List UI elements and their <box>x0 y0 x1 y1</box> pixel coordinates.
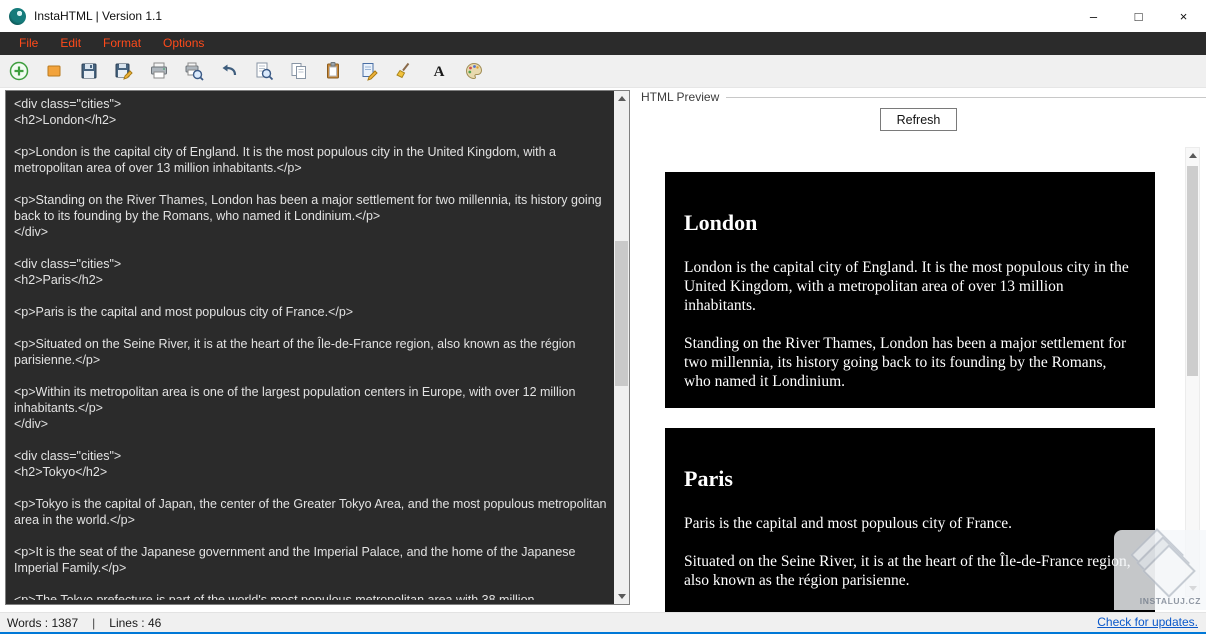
city-card-title: Paris <box>684 466 1135 492</box>
format-brush-icon <box>394 61 414 81</box>
check-updates-link[interactable]: Check for updates. <box>1097 615 1198 629</box>
title-bar: InstaHTML | Version 1.1 – □ × <box>0 0 1206 32</box>
find-icon <box>254 61 274 81</box>
paste-icon <box>324 61 344 81</box>
undo-button[interactable] <box>218 59 240 83</box>
print-button[interactable] <box>148 59 170 83</box>
edit-page-icon <box>359 61 379 81</box>
status-bar: Words : 1387 | Lines : 46 Check for upda… <box>0 612 1206 634</box>
line-count: Lines : 46 <box>109 616 161 630</box>
status-separator: | <box>92 616 95 630</box>
menu-edit[interactable]: Edit <box>49 32 92 55</box>
city-card-paragraph: Paris is the capital and most populous c… <box>684 514 1135 533</box>
scroll-up-arrow-icon[interactable] <box>1186 148 1199 163</box>
close-button[interactable]: × <box>1161 0 1206 32</box>
svg-text:A: A <box>434 64 445 80</box>
color-palette-button[interactable] <box>463 59 485 83</box>
menu-options[interactable]: Options <box>152 32 215 55</box>
instaluj-watermark: INSTALUJ.CZ <box>1114 530 1206 610</box>
city-card-paragraph: Situated on the Seine River, it is at th… <box>684 552 1135 590</box>
copy-icon <box>289 61 309 81</box>
open-file-icon <box>44 61 64 81</box>
toolbar: A <box>0 55 1206 88</box>
preview-card-london: London London is the capital city of Eng… <box>665 172 1155 408</box>
minimize-button[interactable]: – <box>1071 0 1116 32</box>
refresh-button[interactable]: Refresh <box>880 108 957 131</box>
find-button[interactable] <box>253 59 275 83</box>
word-count: Words : 1387 <box>7 616 78 630</box>
save-as-icon <box>114 61 134 81</box>
window-title: InstaHTML | Version 1.1 <box>34 9 162 23</box>
open-file-button[interactable] <box>43 59 65 83</box>
format-brush-button[interactable] <box>393 59 415 83</box>
print-preview-icon <box>184 61 204 81</box>
paste-button[interactable] <box>323 59 345 83</box>
undo-icon <box>219 61 239 81</box>
app-logo-icon <box>9 8 26 25</box>
maximize-button[interactable]: □ <box>1116 0 1161 32</box>
new-document-icon <box>9 61 29 81</box>
city-card-paragraph: Standing on the River Thames, London has… <box>684 334 1135 391</box>
scroll-up-arrow-icon[interactable] <box>614 91 629 106</box>
print-icon <box>149 61 169 81</box>
code-editor[interactable]: <div class="cities"> <h2>London</h2> <p>… <box>14 96 609 600</box>
save-button[interactable] <box>78 59 100 83</box>
preview-card-paris: Paris Paris is the capital and most popu… <box>665 428 1155 612</box>
print-preview-button[interactable] <box>183 59 205 83</box>
save-as-button[interactable] <box>113 59 135 83</box>
preview-scrollbar-thumb[interactable] <box>1187 166 1198 376</box>
new-document-button[interactable] <box>8 59 30 83</box>
scroll-down-arrow-icon[interactable] <box>614 589 629 604</box>
city-card-paragraph: London is the capital city of England. I… <box>684 258 1135 315</box>
font-icon: A <box>429 61 449 81</box>
watermark-text: INSTALUJ.CZ <box>1140 596 1201 606</box>
save-icon <box>79 61 99 81</box>
editor-scrollbar-thumb[interactable] <box>615 241 628 386</box>
copy-button[interactable] <box>288 59 310 83</box>
editor-scrollbar[interactable] <box>614 91 629 604</box>
city-card-title: London <box>684 210 1135 236</box>
menu-format[interactable]: Format <box>92 32 152 55</box>
preview-group: HTML Preview <box>641 90 1206 104</box>
font-button[interactable]: A <box>428 59 450 83</box>
window-controls: – □ × <box>1071 0 1206 32</box>
edit-page-button[interactable] <box>358 59 380 83</box>
code-editor-panel: <div class="cities"> <h2>London</h2> <p>… <box>5 90 630 605</box>
menu-bar: File Edit Format Options <box>0 32 1206 55</box>
menu-file[interactable]: File <box>8 32 49 55</box>
group-divider-line <box>726 97 1206 98</box>
color-palette-icon <box>464 61 484 81</box>
preview-group-label: HTML Preview <box>641 90 719 104</box>
